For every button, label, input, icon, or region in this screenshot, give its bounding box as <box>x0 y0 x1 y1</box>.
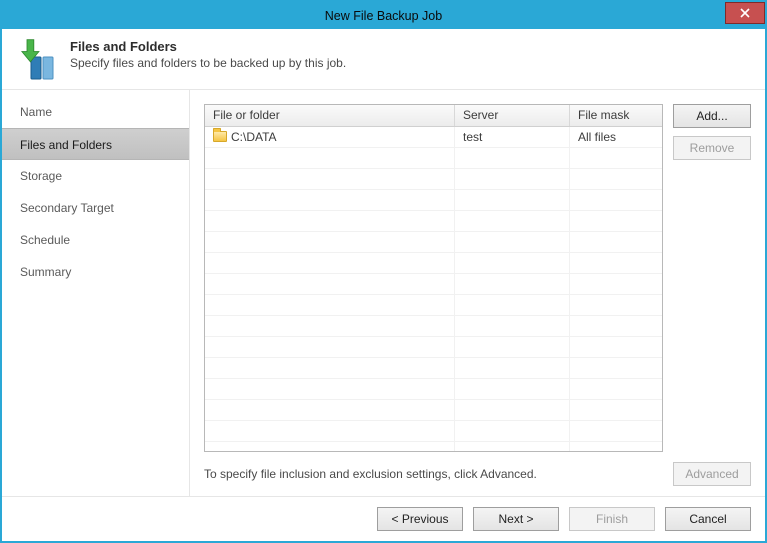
advanced-button[interactable]: Advanced <box>673 462 751 486</box>
files-grid[interactable]: File or folder Server File mask C:\DATA … <box>204 104 663 452</box>
close-button[interactable] <box>725 2 765 24</box>
folder-icon <box>213 131 227 142</box>
nav-step-files-and-folders[interactable]: Files and Folders <box>2 128 189 160</box>
step-big-icon <box>16 39 58 81</box>
banner-text: Files and Folders Specify files and fold… <box>70 39 346 70</box>
dialog-window: New File Backup Job Files and Folders Sp… <box>0 0 767 543</box>
wizard-steps-nav: Name Files and Folders Storage Secondary… <box>2 90 190 496</box>
banner-subtitle: Specify files and folders to be backed u… <box>70 56 346 70</box>
banner-heading: Files and Folders <box>70 39 346 54</box>
table-area: File or folder Server File mask C:\DATA … <box>204 104 751 452</box>
header-banner: Files and Folders Specify files and fold… <box>2 29 765 90</box>
table-row[interactable]: C:\DATA test All files <box>205 127 662 148</box>
grid-body: C:\DATA test All files <box>205 127 662 452</box>
nav-step-summary[interactable]: Summary <box>2 256 189 288</box>
empty-row <box>205 442 662 452</box>
hint-row: To specify file inclusion and exclusion … <box>204 462 751 486</box>
nav-step-secondary-target[interactable]: Secondary Target <box>2 192 189 224</box>
col-header-server[interactable]: Server <box>455 105 570 125</box>
content-pane: File or folder Server File mask C:\DATA … <box>190 90 765 496</box>
side-buttons: Add... Remove <box>673 104 751 452</box>
empty-row <box>205 316 662 337</box>
add-button[interactable]: Add... <box>673 104 751 128</box>
empty-row <box>205 274 662 295</box>
empty-row <box>205 169 662 190</box>
footer: < Previous Next > Finish Cancel <box>2 496 765 541</box>
cancel-button[interactable]: Cancel <box>665 507 751 531</box>
empty-row <box>205 211 662 232</box>
col-header-file-mask[interactable]: File mask <box>570 105 662 125</box>
cell-server: test <box>455 127 570 147</box>
empty-row <box>205 379 662 400</box>
grid-header: File or folder Server File mask <box>205 105 662 126</box>
remove-button[interactable]: Remove <box>673 136 751 160</box>
previous-button[interactable]: < Previous <box>377 507 463 531</box>
empty-row <box>205 337 662 358</box>
nav-step-name[interactable]: Name <box>2 96 189 128</box>
cell-file-or-folder-text: C:\DATA <box>231 130 277 144</box>
empty-row <box>205 232 662 253</box>
window-title: New File Backup Job <box>325 9 442 23</box>
empty-row <box>205 295 662 316</box>
close-icon <box>740 8 750 18</box>
empty-row <box>205 148 662 169</box>
next-button[interactable]: Next > <box>473 507 559 531</box>
nav-step-schedule[interactable]: Schedule <box>2 224 189 256</box>
cell-file-or-folder: C:\DATA <box>205 127 455 147</box>
empty-row <box>205 190 662 211</box>
body: Name Files and Folders Storage Secondary… <box>2 90 765 496</box>
col-header-file-or-folder[interactable]: File or folder <box>205 105 455 125</box>
finish-button[interactable]: Finish <box>569 507 655 531</box>
nav-step-storage[interactable]: Storage <box>2 160 189 192</box>
cell-file-mask: All files <box>570 127 662 147</box>
hint-text: To specify file inclusion and exclusion … <box>204 467 537 481</box>
empty-row <box>205 400 662 421</box>
empty-row <box>205 421 662 442</box>
titlebar: New File Backup Job <box>2 2 765 29</box>
empty-row <box>205 253 662 274</box>
empty-row <box>205 358 662 379</box>
